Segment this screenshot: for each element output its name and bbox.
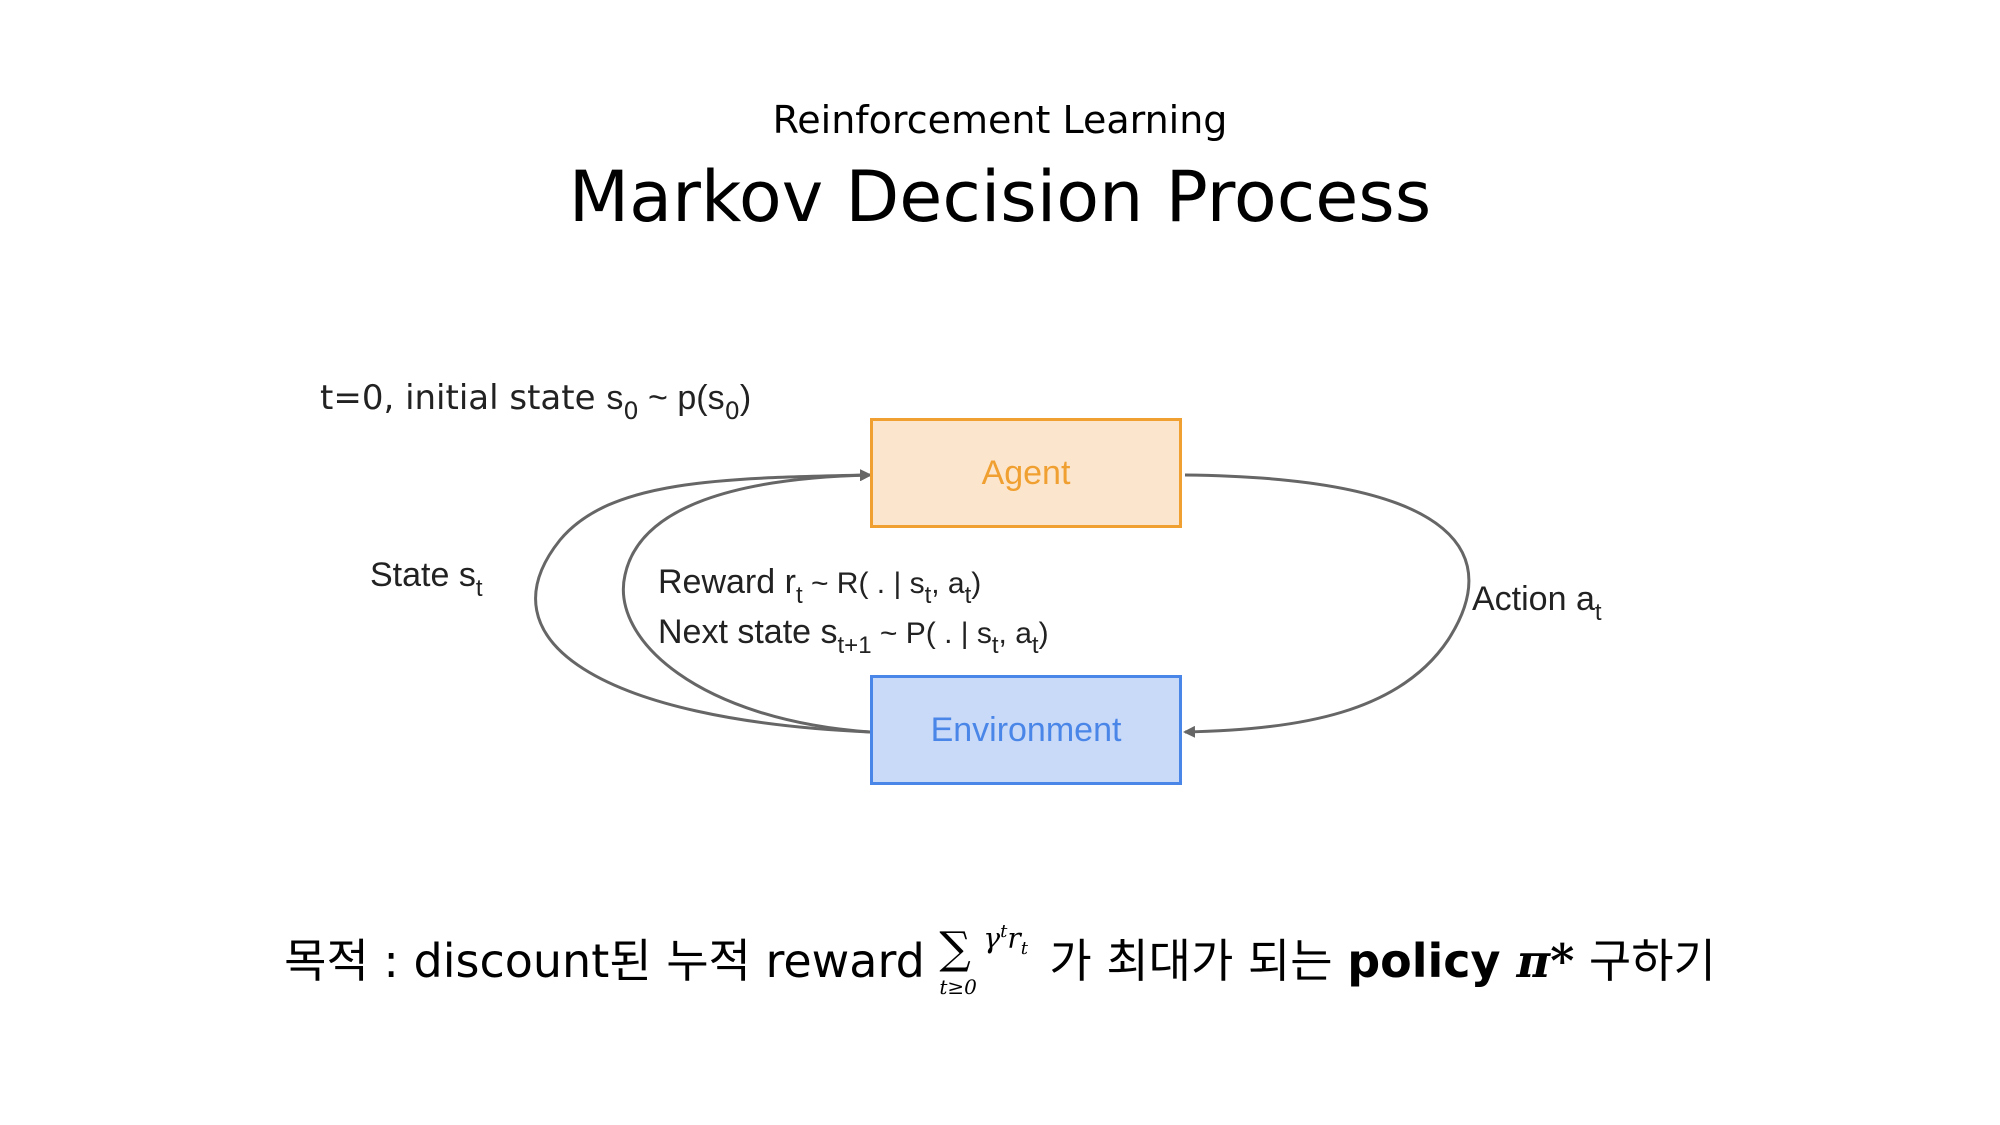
sum-formula: ∑ t≥0 γtrt: [939, 921, 1028, 999]
environment-box: Environment: [870, 675, 1182, 785]
agent-label: Agent: [981, 453, 1071, 492]
next-state-label: Next state st+1 ~ P( . | st, at): [658, 613, 1049, 659]
goal-statement: 목적 : discount된 누적 reward ∑ t≥0 γtrt 가 최대가 되…: [284, 921, 1716, 999]
action-label: Action at: [1472, 580, 1602, 626]
agent-box: Agent: [870, 418, 1182, 528]
state-label: State st: [370, 556, 483, 602]
environment-label: Environment: [930, 710, 1122, 749]
action-arrow: [1183, 473, 1471, 738]
initial-state-label: t=0, initial state s0 ~ p(s0): [320, 378, 752, 425]
reward-label: Reward rt ~ R( . | st, at): [658, 563, 982, 609]
